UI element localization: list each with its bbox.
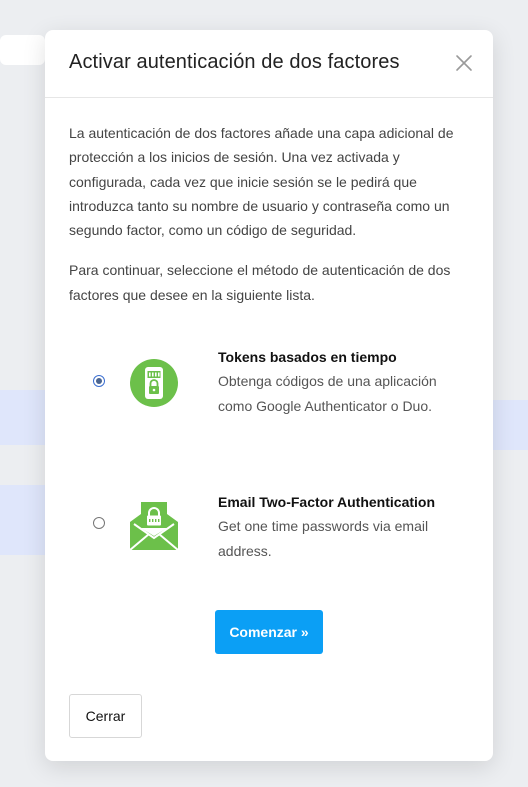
backdrop-highlight bbox=[493, 400, 528, 450]
option-description: Obtenga códigos de una aplicación como G… bbox=[218, 373, 437, 414]
modal-header: Activar autenticación de dos factores bbox=[45, 30, 493, 98]
backdrop-highlight bbox=[0, 485, 45, 555]
description-text: La autenticación de dos factores añade u… bbox=[69, 125, 454, 239]
close-icon[interactable] bbox=[455, 54, 473, 72]
phone-lock-icon bbox=[130, 359, 178, 407]
backdrop-highlight bbox=[0, 390, 45, 445]
option-description: Get one time passwords via email address… bbox=[218, 518, 429, 559]
option-title: Tokens basados en tiempo bbox=[218, 349, 397, 365]
instruction-text: Para continuar, seleccione el método de … bbox=[69, 262, 451, 303]
envelope-lock-icon bbox=[129, 502, 179, 551]
backdrop-panel bbox=[0, 35, 45, 65]
start-button[interactable]: Comenzar » bbox=[215, 610, 323, 654]
close-button[interactable]: Cerrar bbox=[69, 694, 142, 738]
modal-body: La autenticación de dos factores añade u… bbox=[69, 121, 469, 307]
option-time-based-tokens[interactable]: Tokens basados en tiempo Obtenga códigos… bbox=[45, 348, 493, 438]
modal-title: Activar autenticación de dos factores bbox=[69, 51, 400, 73]
option-title: Email Two-Factor Authentication bbox=[218, 494, 436, 510]
option-email-two-factor[interactable]: Email Two-Factor Authentication Get one … bbox=[45, 492, 493, 582]
radio-email-two-factor[interactable] bbox=[93, 517, 105, 529]
radio-time-based-tokens[interactable] bbox=[93, 375, 105, 387]
two-factor-modal: Activar autenticación de dos factores La… bbox=[45, 30, 493, 761]
